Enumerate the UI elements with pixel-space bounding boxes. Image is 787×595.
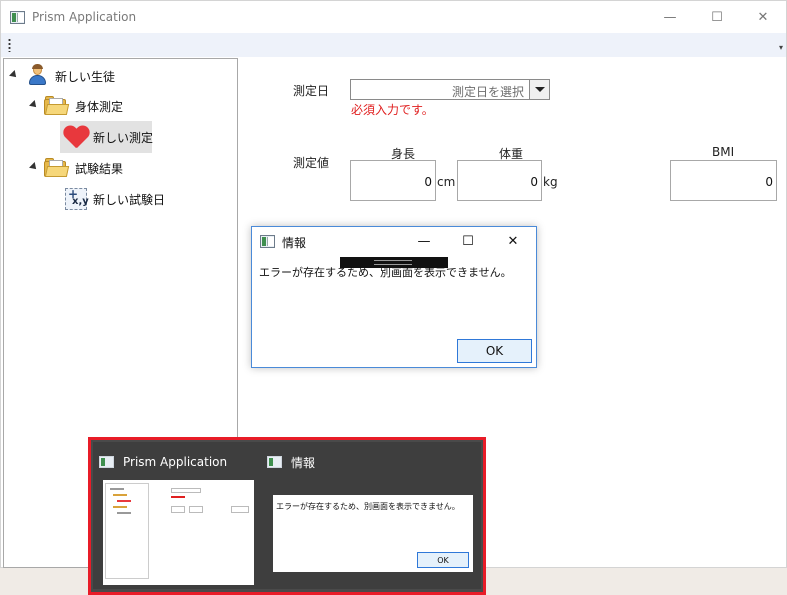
taskbar-preview-popup: Prism Application 情報 エラーが存在するため、別画面を表示でき… [88,437,486,595]
thumbnail-image: エラーが存在するため、別画面を表示できません。 OK [273,495,473,572]
thumbnail-message: エラーが存在するため、別画面を表示できません。 [276,502,460,511]
app-icon [99,456,114,468]
desktop: Prism Application — ☐ ✕ ▾ 新しい生徒 身体測定 新しい… [0,0,787,595]
bmi-header: BMI [712,145,735,159]
height-value: 0 [424,175,432,189]
bmi-input[interactable]: 0 [670,160,777,201]
taskbar-preview-panel: Prism Application 情報 エラーが存在するため、別画面を表示でき… [93,442,481,589]
mini-line [113,494,127,496]
window-title: Prism Application [32,10,137,24]
toolbar-overflow-button[interactable]: ▾ [779,43,783,52]
tree-item-label: 身体測定 [75,99,124,114]
bmi-value: 0 [765,175,773,189]
app-icon [10,11,25,24]
dialog-title: 情報 [282,236,307,250]
open-folder-icon [44,96,70,116]
thumbnail-main-window[interactable]: Prism Application [93,442,263,589]
dialog-title-bar[interactable]: 情報 — ☐ ✕ [252,227,536,255]
dialog-maximize-button[interactable]: ☐ [448,230,488,252]
tree-item-new-exam-date[interactable]: + x,y 新しい試験日 [65,187,165,211]
tree-item-physical-measurement[interactable]: 身体測定 [44,94,123,118]
user-icon [26,64,48,86]
mini-line [113,506,127,508]
mini-line [117,512,131,514]
heart-icon [63,125,89,149]
date-label: 測定日 [293,84,330,98]
mini-tree-view [105,483,149,579]
tree-item-label: 試験結果 [75,161,124,176]
info-dialog: 情報 — ☐ ✕ エラーが存在するため、別画面を表示できません。 OK [251,226,537,368]
thumbnail-title: Prism Application [123,455,228,469]
mini-line [117,500,131,502]
mini-error [171,496,185,498]
mini-height-box [171,506,185,513]
dialog-message: エラーが存在するため、別画面を表示できません。 [259,266,512,279]
ok-button[interactable]: OK [457,339,532,363]
dialog-minimize-button[interactable]: — [404,230,444,252]
tree-item-exam-results[interactable]: 試験結果 [44,156,123,180]
open-folder-icon [44,158,70,178]
xy-chart-icon: + x,y [65,187,89,210]
thumbnail-header: Prism Application [99,454,227,470]
title-bar[interactable]: Prism Application — ☐ ✕ [1,1,786,33]
minimize-button[interactable]: — [647,1,693,33]
toolbar: ▾ [1,33,786,57]
mini-bmi-box [231,506,249,513]
app-icon [260,235,275,248]
values-label: 測定値 [293,156,330,170]
thumbnail-info-dialog[interactable]: 情報 エラーが存在するため、別画面を表示できません。 OK [261,442,481,589]
thumbnail-image [103,480,254,585]
maximize-button[interactable]: ☐ [694,1,740,33]
tree-item-label: 新しい生徒 [55,69,116,84]
tree-item-label: 新しい測定 [93,130,154,145]
thumbnail-ok-button: OK [417,552,469,568]
date-error-message: 必須入力です。 [351,103,434,117]
weight-unit: kg [543,175,558,189]
dropdown-arrow-icon[interactable] [529,80,549,99]
weight-value: 0 [530,175,538,189]
thumbnail-header: 情報 [267,454,315,470]
date-picker[interactable]: 測定日を選択 [350,79,550,100]
date-placeholder: 測定日を選択 [451,85,524,99]
mini-date-box [171,488,201,493]
dialog-close-button[interactable]: ✕ [493,230,533,252]
app-icon [267,456,282,468]
tree-item-student[interactable]: 新しい生徒 [26,64,115,88]
height-unit: cm [437,175,456,189]
toolbar-grip-icon[interactable] [8,38,11,52]
height-input[interactable]: 0 [350,160,436,201]
tree-item-label: 新しい試験日 [93,192,166,207]
close-button[interactable]: ✕ [740,1,786,33]
thumbnail-title: 情報 [291,455,316,470]
mini-weight-box [189,506,203,513]
tree-item-new-measurement[interactable]: 新しい測定 [63,125,153,149]
mini-line [110,488,124,490]
weight-input[interactable]: 0 [457,160,542,201]
